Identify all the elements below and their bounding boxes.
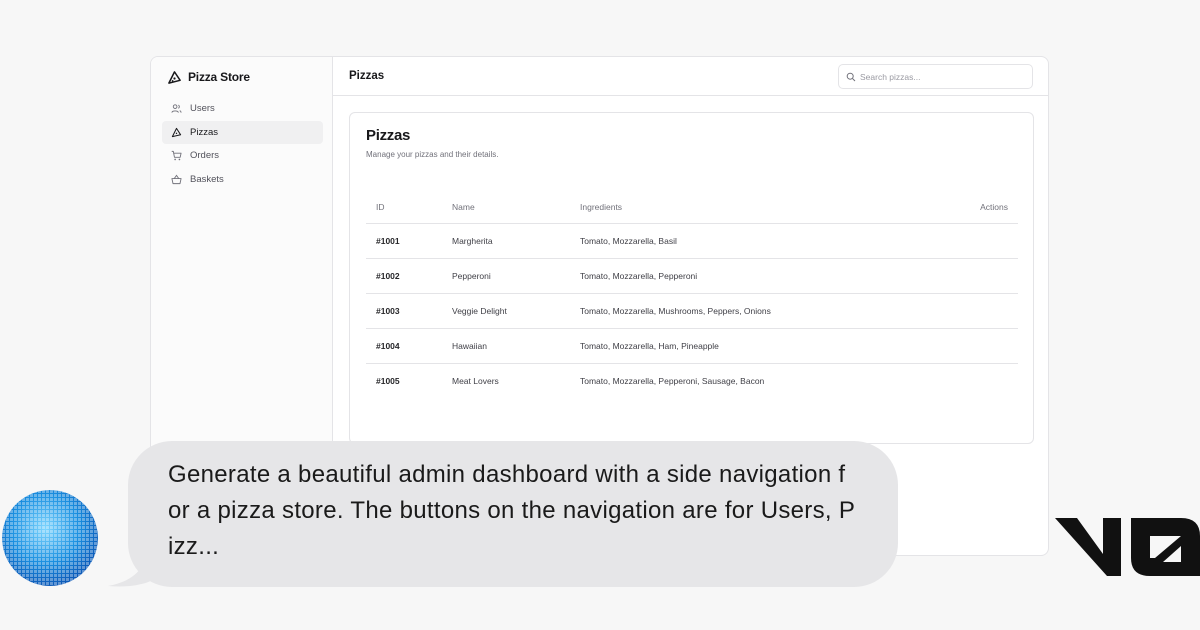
top-bar: Pizzas [333, 57, 1048, 96]
avatar [2, 490, 98, 586]
pizza-ingredients: Tomato, Mozzarella, Pepperoni [580, 258, 928, 294]
pizza-ingredients: Tomato, Mozzarella, Mushrooms, Peppers, … [580, 293, 928, 329]
pizza-name: Margherita [452, 223, 580, 259]
pizza-ingredients: Tomato, Mozzarella, Pepperoni, Sausage, … [580, 376, 765, 386]
card-title: Pizzas [366, 127, 411, 144]
search-input[interactable] [860, 71, 1020, 82]
pizza-id: #1001 [366, 223, 452, 259]
sidebar-item-label: Orders [190, 150, 220, 161]
column-header-name[interactable]: Name [452, 191, 580, 224]
prompt-text: Generate a beautiful admin dashboard wit… [168, 461, 856, 560]
pizza-ingredients: Tomato, Mozzarella, Ham, Pineapple [580, 328, 928, 364]
sidebar-item-label: Pizzas [190, 126, 218, 138]
basket-icon [171, 174, 182, 184]
sidebar-item-baskets[interactable]: Baskets [162, 168, 323, 191]
prompt-bubble: Generate a beautiful admin dashboard wit… [128, 441, 898, 587]
row-actions[interactable] [928, 293, 1018, 329]
pizzas-table: ID Name Ingredients Actions #1001 Marghe… [366, 191, 1018, 398]
users-icon [171, 104, 182, 113]
pizza-icon [171, 127, 182, 137]
row-actions[interactable] [928, 223, 1018, 259]
sidebar-item-pizzas[interactable]: Pizzas [162, 120, 323, 144]
sidebar-item-label: Baskets [190, 173, 224, 185]
table-row[interactable]: #1002 Pepperoni Tomato, Mozzarella, Pepp… [366, 258, 1018, 294]
pizza-id: #1004 [366, 328, 452, 364]
table-row[interactable]: #1003 Veggie Delight Tomato, Mozzarella,… [366, 293, 1018, 329]
page-title: Pizzas [349, 70, 385, 82]
table-header-row: ID Name Ingredients Actions [366, 191, 1018, 224]
column-header-ingredients[interactable]: Ingredients [580, 191, 928, 224]
brand-name: Pizza Store [188, 70, 250, 84]
table-row[interactable]: #1004 Hawaiian Tomato, Mozzarella, Ham, … [366, 328, 1018, 364]
pizza-name: Pepperoni [452, 258, 580, 294]
search-box[interactable] [838, 64, 1033, 89]
cart-icon [171, 150, 182, 161]
row-actions[interactable] [928, 258, 1018, 294]
pizza-name: Veggie Delight [452, 293, 580, 329]
search-icon [846, 72, 856, 81]
pixel-avatar-icon [2, 490, 98, 586]
sidebar-item-users[interactable]: Users [162, 97, 323, 120]
pizzas-card: Pizzas Manage your pizzas and their deta… [349, 112, 1034, 444]
v0-logo-icon [1055, 518, 1200, 576]
table-row[interactable]: #1001 Margherita Tomato, Mozzarella, Bas… [366, 223, 1018, 259]
column-header-actions: Actions [928, 191, 1018, 224]
row-actions[interactable] [928, 328, 1018, 364]
pizza-id: #1005 [376, 376, 400, 386]
sidebar-item-orders[interactable]: Orders [162, 144, 323, 167]
pizza-id: #1003 [366, 293, 452, 329]
pizza-logo-icon [168, 70, 181, 84]
table-row[interactable]: #1005 Meat Lovers Tomato, Mozzarella, Pe… [366, 364, 1018, 399]
pizza-id: #1002 [366, 258, 452, 294]
pizza-name: Meat Lovers [452, 376, 499, 386]
card-subtitle: Manage your pizzas and their details. [366, 150, 499, 159]
column-header-id[interactable]: ID [366, 191, 452, 224]
brand[interactable]: Pizza Store [167, 69, 250, 85]
pizza-ingredients: Tomato, Mozzarella, Basil [580, 223, 928, 259]
row-actions[interactable] [928, 364, 1018, 399]
sidebar-item-label: Users [190, 103, 215, 114]
side-navigation: Users Pizzas Orders Baskets [162, 97, 323, 191]
pizza-name: Hawaiian [452, 328, 580, 364]
